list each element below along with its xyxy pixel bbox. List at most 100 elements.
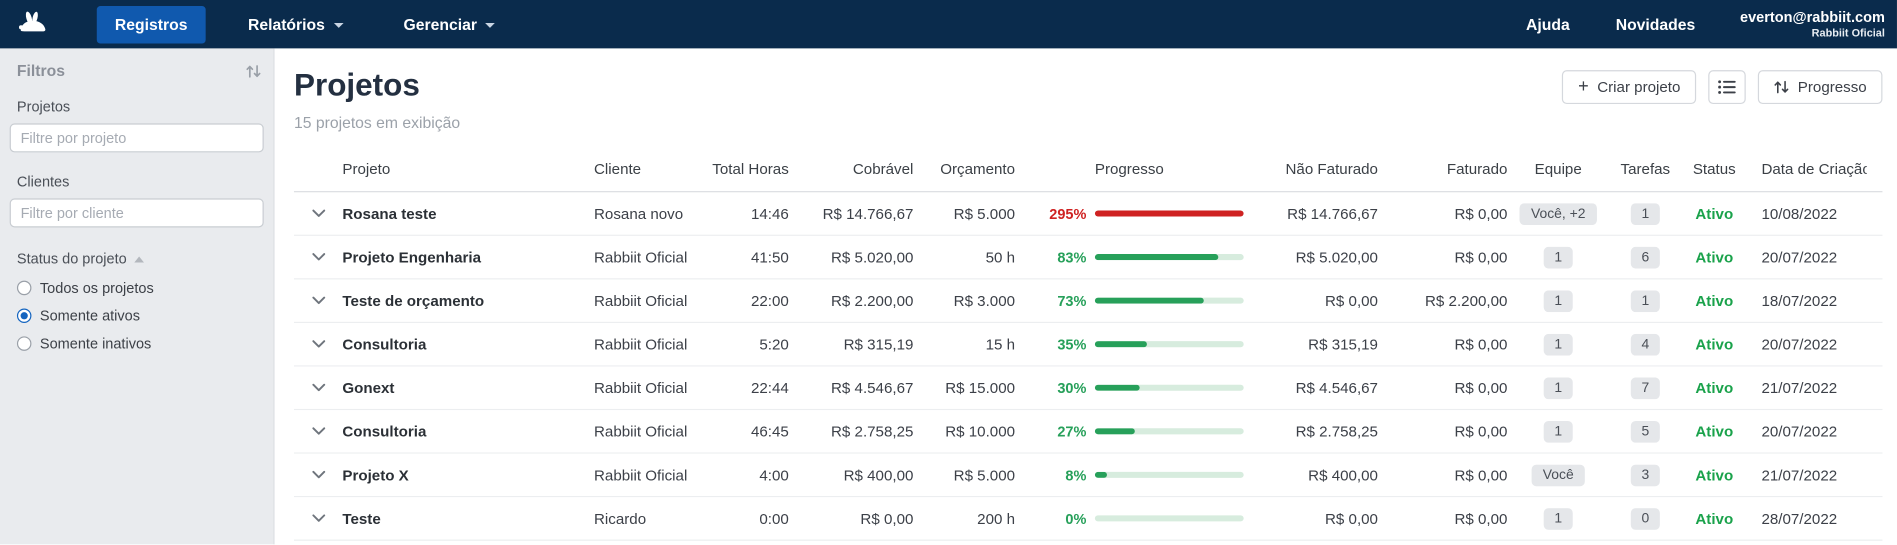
list-view-button[interactable] xyxy=(1708,70,1746,105)
tasks-badge[interactable]: 3 xyxy=(1630,463,1661,486)
expand-row-icon[interactable] xyxy=(311,296,325,305)
nav-gerenciar[interactable]: Gerenciar xyxy=(385,5,513,43)
team-badge[interactable]: 1 xyxy=(1543,289,1573,312)
table-row[interactable]: Gonext Rabbiit Oficial 22:44 R$ 4.546,67… xyxy=(293,366,1883,411)
tasks-cell: 5 xyxy=(1609,420,1682,443)
project-name[interactable]: Consultoria xyxy=(342,423,594,440)
table-row[interactable]: Teste de orçamento Rabbiit Oficial 22:00… xyxy=(293,279,1883,324)
table-row[interactable]: Teste Ricardo 0:00 R$ 0,00 200 h 0% R$ 0… xyxy=(293,497,1883,541)
progress-fill xyxy=(1094,254,1219,261)
expand-row-icon[interactable] xyxy=(311,514,325,522)
rabbiit-logo[interactable] xyxy=(12,6,53,42)
project-name[interactable]: Projeto Engenharia xyxy=(342,249,594,266)
sort-progress-button[interactable]: Progresso xyxy=(1757,70,1883,105)
tasks-badge[interactable]: 7 xyxy=(1630,376,1661,399)
client-filter-input[interactable] xyxy=(9,198,264,228)
col-progresso[interactable]: Progresso xyxy=(1015,160,1252,177)
budget: 15 h xyxy=(985,335,1016,353)
creation-date: 20/07/2022 xyxy=(1761,248,1838,266)
project-name[interactable]: Teste xyxy=(342,510,594,527)
project-filter-input[interactable] xyxy=(9,123,264,153)
tasks-badge[interactable]: 0 xyxy=(1630,507,1661,530)
projects-count: 15 projetos em exibição xyxy=(293,113,461,132)
project-name[interactable]: Projeto X xyxy=(342,466,594,483)
col-faturado[interactable]: Faturado xyxy=(1378,160,1508,177)
status-radio[interactable]: Todos os projetos xyxy=(16,279,264,296)
team-badge[interactable]: 1 xyxy=(1543,333,1573,356)
creation-date: 28/07/2022 xyxy=(1761,509,1838,527)
billed-amount: R$ 0,00 xyxy=(1454,509,1508,527)
sidebar-header: Filtros xyxy=(10,62,264,80)
tasks-badge[interactable]: 5 xyxy=(1630,420,1661,443)
col-cobravel[interactable]: Cobrável xyxy=(789,160,914,177)
progress-bar xyxy=(1094,297,1244,304)
progress-cell: 83% xyxy=(1015,249,1252,266)
team-cell: 1 xyxy=(1507,333,1609,356)
budget: R$ 5.000 xyxy=(953,466,1016,484)
progress-fill xyxy=(1094,471,1107,478)
status-group-header[interactable]: Status do projeto xyxy=(17,250,264,267)
navbar-right: Ajuda Novidades everton@rabbiit.com Rabb… xyxy=(1508,5,1887,43)
team-badge[interactable]: 1 xyxy=(1543,246,1573,268)
team-cell: 1 xyxy=(1507,507,1609,530)
table-row[interactable]: Projeto Engenharia Rabbiit Oficial 41:50… xyxy=(293,235,1883,280)
team-badge[interactable]: 1 xyxy=(1543,420,1573,443)
expand-row-icon[interactable] xyxy=(311,253,325,261)
project-name[interactable]: Teste de orçamento xyxy=(342,292,594,309)
expand-row-icon[interactable] xyxy=(311,383,325,392)
client-name: Rosana novo xyxy=(594,205,684,222)
progress-percent: 83% xyxy=(1057,248,1087,266)
col-tarefas[interactable]: Tarefas xyxy=(1609,160,1682,177)
nav-registros[interactable]: Registros xyxy=(96,5,206,43)
col-total-horas[interactable]: Total Horas xyxy=(711,160,789,177)
tasks-badge[interactable]: 4 xyxy=(1630,333,1661,356)
create-project-button[interactable]: + Criar projeto xyxy=(1562,70,1697,105)
col-cliente[interactable]: Cliente xyxy=(594,160,711,177)
nav-relatorios[interactable]: Relatórios xyxy=(230,5,361,43)
tasks-cell: 1 xyxy=(1609,202,1682,225)
radio-icon xyxy=(16,336,32,351)
table-row[interactable]: Projeto X Rabbiit Oficial 4:00 R$ 400,00… xyxy=(293,453,1883,498)
progress-cell: 30% xyxy=(1015,379,1252,396)
create-project-label: Criar projeto xyxy=(1597,78,1681,96)
col-nao-faturado[interactable]: Não Faturado xyxy=(1252,160,1377,177)
expand-row-icon[interactable] xyxy=(311,427,325,435)
user-menu[interactable]: everton@rabbiit.com Rabbiit Oficial xyxy=(1740,8,1887,40)
nav-novidades[interactable]: Novidades xyxy=(1598,5,1714,43)
progress-fill xyxy=(1094,384,1140,391)
team-badge[interactable]: Você xyxy=(1531,463,1585,486)
total-hours: 22:00 xyxy=(750,292,789,310)
project-name[interactable]: Consultoria xyxy=(342,336,594,353)
table-row[interactable]: Consultoria Rabbiit Oficial 5:20 R$ 315,… xyxy=(293,323,1883,367)
col-equipe[interactable]: Equipe xyxy=(1507,160,1609,177)
team-badge[interactable]: 1 xyxy=(1543,376,1573,399)
project-name[interactable]: Gonext xyxy=(342,379,594,396)
tasks-badge[interactable]: 6 xyxy=(1630,246,1661,268)
expand-row-icon[interactable] xyxy=(311,470,325,479)
nav-relatorios-label: Relatórios xyxy=(247,15,325,34)
expand-row-icon[interactable] xyxy=(311,340,325,348)
col-projeto[interactable]: Projeto xyxy=(342,160,594,177)
col-data-criacao[interactable]: Data de Criação xyxy=(1747,160,1866,177)
col-status[interactable]: Status xyxy=(1682,160,1747,177)
team-badge[interactable]: Você, +2 xyxy=(1520,202,1597,225)
expand-row-icon[interactable] xyxy=(311,209,325,217)
tasks-badge[interactable]: 1 xyxy=(1630,289,1661,312)
col-orcamento[interactable]: Orçamento xyxy=(913,160,1015,177)
client-name: Rabbiit Oficial xyxy=(594,335,688,353)
team-cell: Você, +2 xyxy=(1507,202,1609,225)
progress-fill xyxy=(1094,428,1136,435)
progress-cell: 295% xyxy=(1015,205,1252,222)
project-name[interactable]: Rosana teste xyxy=(342,205,594,222)
table-row[interactable]: Consultoria Rabbiit Oficial 46:45 R$ 2.7… xyxy=(293,410,1883,454)
table-body: Rosana teste Rosana novo 14:46 R$ 14.766… xyxy=(293,192,1883,541)
table-row[interactable]: Rosana teste Rosana novo 14:46 R$ 14.766… xyxy=(293,192,1883,236)
collapse-filters-icon[interactable] xyxy=(246,64,262,79)
status-radio[interactable]: Somente inativos xyxy=(16,335,264,352)
header-actions: + Criar projeto Progresso xyxy=(1562,70,1883,105)
team-badge[interactable]: 1 xyxy=(1543,507,1573,530)
tasks-badge[interactable]: 1 xyxy=(1630,202,1661,225)
nav-ajuda[interactable]: Ajuda xyxy=(1508,5,1588,43)
billed-amount: R$ 0,00 xyxy=(1454,466,1508,484)
status-radio[interactable]: Somente ativos xyxy=(16,307,264,324)
